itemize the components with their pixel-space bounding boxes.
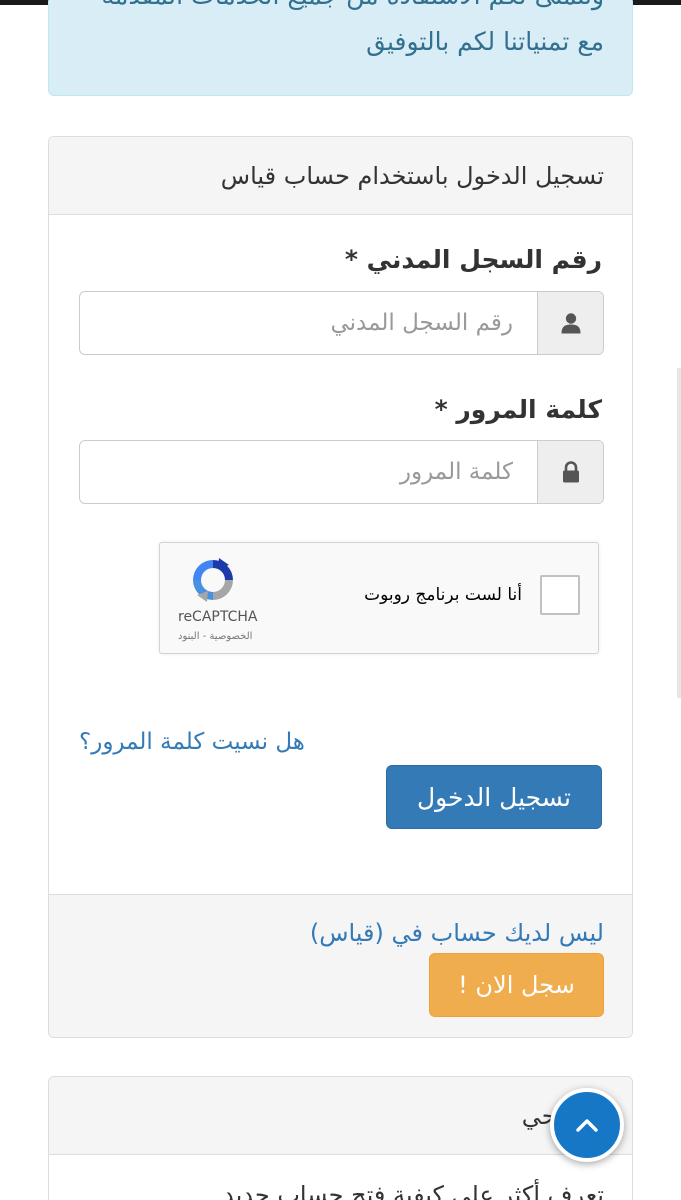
page-scrollbar[interactable]	[677, 368, 681, 698]
recaptcha-brand: reCAPTCHA	[178, 609, 258, 625]
civil-id-label: رقم السجل المدني *	[344, 245, 602, 274]
lock-icon	[537, 441, 603, 503]
register-button[interactable]: سجل الان !	[429, 953, 604, 1017]
password-input[interactable]	[80, 441, 537, 503]
recaptcha-logo-icon	[193, 558, 233, 602]
info-alert-line1: ونتمنى لكم الاستفادة من جميع الخدمات الم…	[102, 0, 604, 10]
info-alert: ونتمنى لكم الاستفادة من جميع الخدمات الم…	[48, 0, 633, 96]
recaptcha-widget: أنا لست برنامج روبوت reCAPTCHA الخصوصية …	[159, 542, 599, 654]
chevron-up-icon	[576, 1119, 598, 1132]
info-panel-heading: توضيحي	[49, 1077, 632, 1155]
recaptcha-label: أنا لست برنامج روبوت	[364, 585, 522, 605]
civil-id-input-group	[79, 291, 604, 355]
no-account-link[interactable]: ليس لديك حساب في (قياس)	[310, 919, 604, 947]
info-panel-body: تعرف أكثر على كيفية فتح حساب جديد	[223, 1181, 604, 1200]
password-input-group	[79, 440, 604, 504]
recaptcha-links[interactable]: الخصوصية - البنود	[178, 631, 252, 642]
password-label: كلمة المرور *	[434, 395, 602, 424]
civil-id-input[interactable]	[80, 292, 537, 354]
info-panel: توضيحي تعرف أكثر على كيفية فتح حساب جديد	[48, 1076, 633, 1200]
login-panel: تسجيل الدخول باستخدام حساب قياس رقم السج…	[48, 136, 633, 1038]
login-panel-footer: ليس لديك حساب في (قياس) سجل الان !	[49, 894, 632, 1037]
forgot-password-link[interactable]: هل نسيت كلمة المرور؟	[79, 729, 305, 755]
recaptcha-checkbox[interactable]	[540, 575, 580, 615]
info-alert-line2: مع تمنياتنا لكم بالتوفيق	[366, 27, 604, 56]
login-panel-heading: تسجيل الدخول باستخدام حساب قياس	[49, 137, 632, 215]
login-button[interactable]: تسجيل الدخول	[386, 765, 602, 829]
scroll-to-top-button[interactable]	[550, 1088, 624, 1162]
user-icon	[537, 292, 603, 354]
